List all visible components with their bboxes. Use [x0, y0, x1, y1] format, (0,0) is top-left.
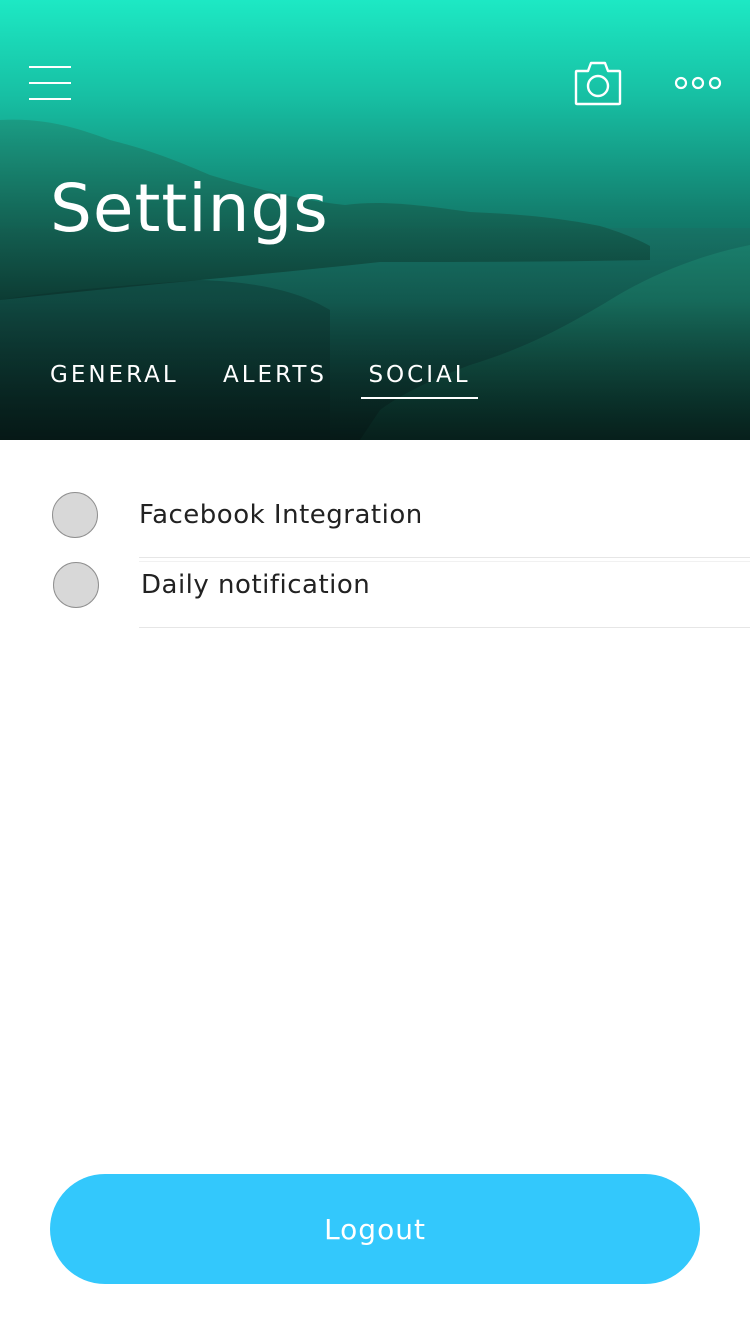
- menu-icon-line-middle: [29, 82, 71, 84]
- camera-button[interactable]: [572, 58, 624, 110]
- menu-icon-line-bottom: [29, 98, 71, 100]
- logout-button[interactable]: Logout: [50, 1174, 700, 1284]
- setting-daily-notification[interactable]: Daily notification: [0, 551, 750, 621]
- camera-icon: [574, 61, 622, 106]
- facebook-integration-toggle[interactable]: [52, 492, 98, 538]
- more-options-button[interactable]: [670, 66, 726, 100]
- setting-label: Daily notification: [141, 570, 371, 600]
- daily-notification-toggle[interactable]: [53, 562, 99, 608]
- more-icon: [674, 76, 722, 90]
- settings-header: Settings GENERAL ALERTS SOCIAL: [0, 0, 750, 440]
- tab-social[interactable]: SOCIAL: [361, 356, 478, 398]
- setting-label: Facebook Integration: [139, 500, 423, 530]
- tab-general[interactable]: GENERAL: [50, 356, 179, 398]
- tab-alerts[interactable]: ALERTS: [223, 356, 327, 398]
- menu-button[interactable]: [22, 58, 78, 108]
- menu-icon-line-top: [29, 66, 71, 68]
- setting-facebook-integration[interactable]: Facebook Integration: [0, 481, 750, 551]
- list-divider: [139, 627, 750, 628]
- page-title: Settings: [50, 170, 329, 247]
- active-tab-indicator: [361, 397, 478, 399]
